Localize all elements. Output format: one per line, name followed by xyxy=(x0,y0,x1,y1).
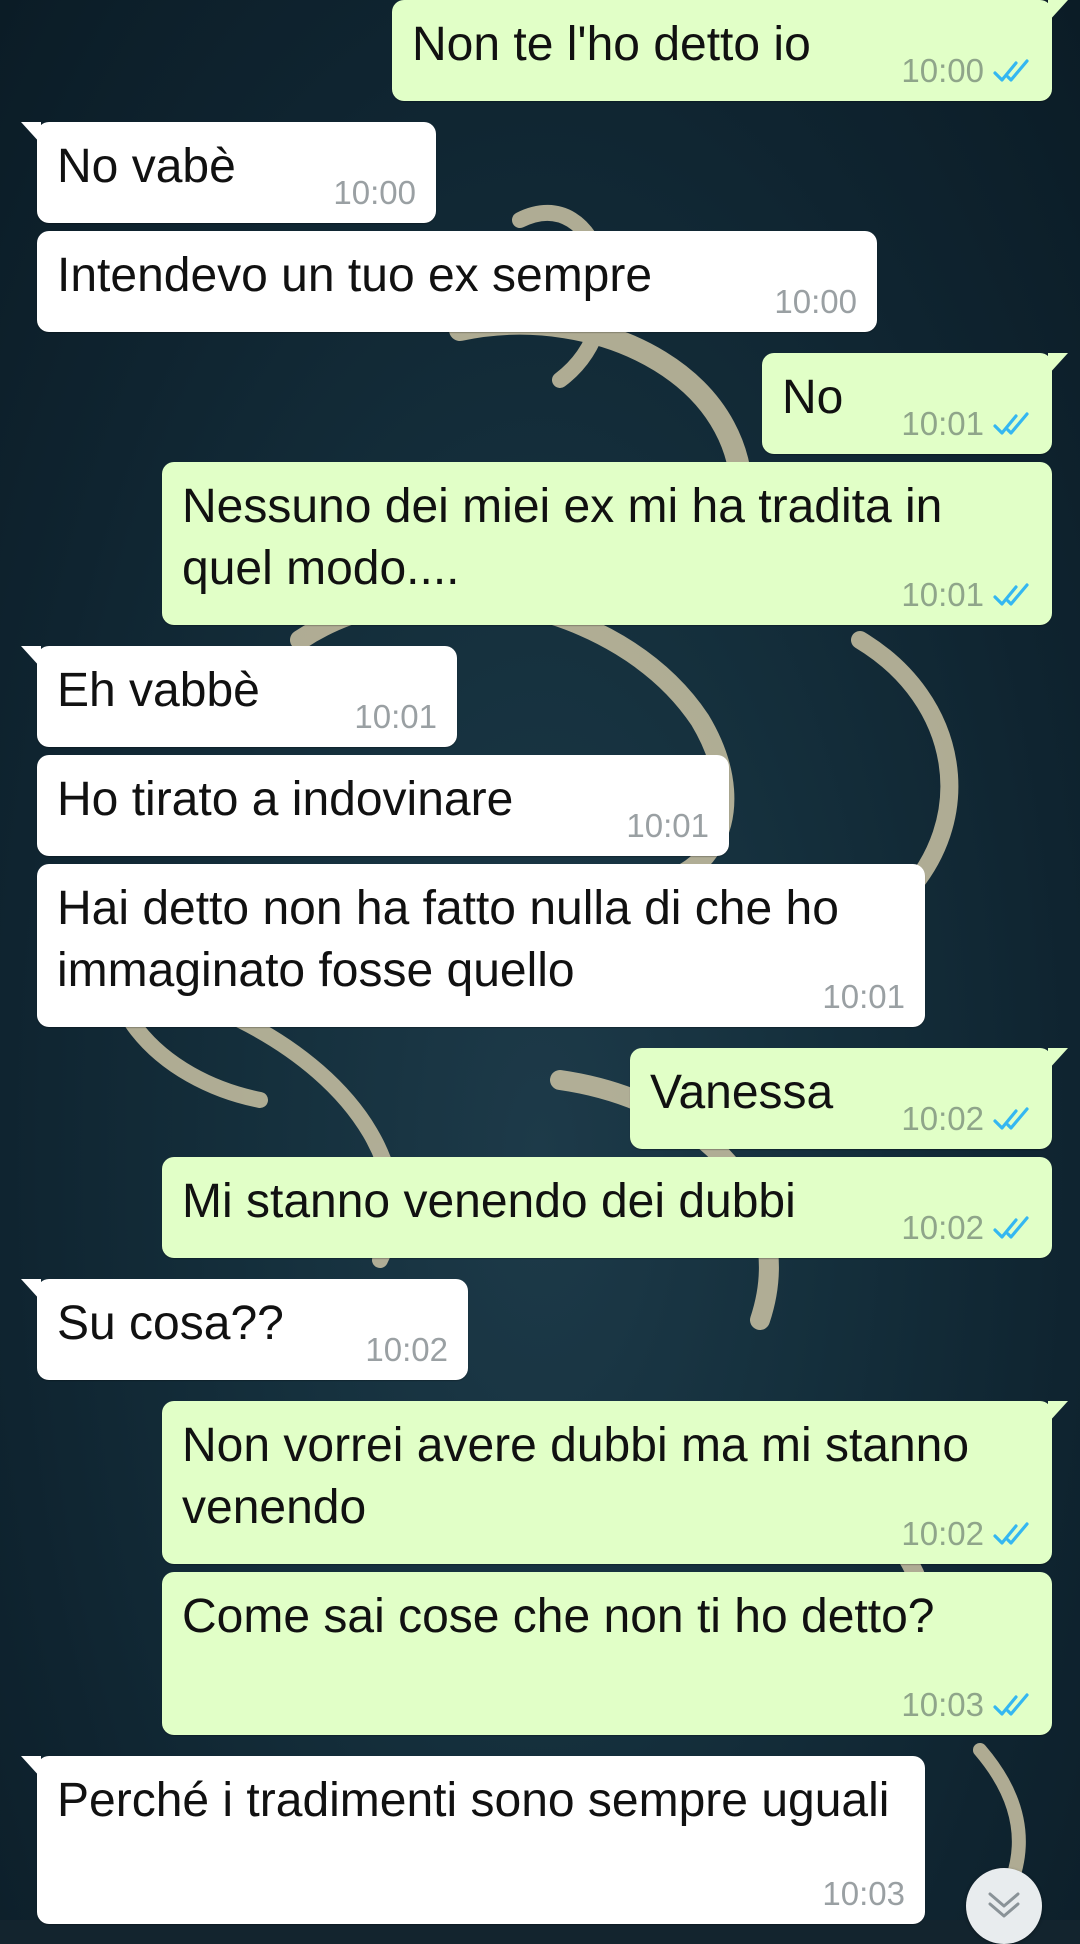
message-time: 10:01 xyxy=(354,698,437,735)
double-check-icon xyxy=(993,412,1029,435)
message-time: 10:03 xyxy=(822,1875,905,1912)
message-outgoing[interactable]: No 10:01 xyxy=(762,353,1068,454)
message-time: 10:00 xyxy=(333,174,416,211)
message-time: 10:02 xyxy=(901,1515,984,1552)
message-meta: 10:03 xyxy=(822,1874,905,1914)
double-check-icon xyxy=(993,1522,1029,1545)
message-incoming[interactable]: Hai detto non ha fatto nulla di che ho i… xyxy=(37,864,925,1027)
scroll-to-bottom-button[interactable] xyxy=(966,1868,1042,1944)
message-time: 10:00 xyxy=(774,283,857,320)
message-text: Perché i tradimenti sono sempre uguali xyxy=(57,1774,890,1827)
message-list[interactable]: Non te l'ho detto io 10:00 No vabè 10:00… xyxy=(0,0,1080,1944)
message-time: 10:00 xyxy=(901,52,984,89)
message-incoming[interactable]: Perché i tradimenti sono sempre uguali 1… xyxy=(21,1756,925,1924)
message-incoming[interactable]: Ho tirato a indovinare 10:01 xyxy=(37,755,729,856)
double-check-icon xyxy=(993,1693,1029,1716)
message-time: 10:02 xyxy=(365,1331,448,1368)
message-meta: 10:01 xyxy=(354,697,437,737)
message-outgoing[interactable]: Non vorrei avere dubbi ma mi stanno vene… xyxy=(162,1401,1068,1564)
double-check-icon xyxy=(993,1216,1029,1239)
message-meta: 10:00 xyxy=(774,282,857,322)
message-time: 10:01 xyxy=(822,978,905,1015)
message-meta: 10:02 xyxy=(901,1514,1032,1554)
message-time: 10:01 xyxy=(901,405,984,442)
message-outgoing[interactable]: Mi stanno venendo dei dubbi 10:02 xyxy=(162,1157,1052,1258)
message-text: Hai detto non ha fatto nulla di che ho i… xyxy=(57,882,853,997)
message-time: 10:01 xyxy=(901,576,984,613)
chevron-down-icon xyxy=(988,1892,1020,1918)
message-meta: 10:02 xyxy=(901,1099,1032,1139)
message-text: Intendevo un tuo ex sempre xyxy=(57,249,653,302)
message-outgoing[interactable]: Come sai cose che non ti ho detto? 10:03 xyxy=(162,1572,1052,1735)
message-text: Come sai cose che non ti ho detto? xyxy=(182,1590,935,1643)
message-incoming[interactable]: No vabè 10:00 xyxy=(21,122,436,223)
message-incoming[interactable]: Su cosa?? 10:02 xyxy=(21,1279,468,1380)
message-outgoing[interactable]: Non te l'ho detto io 10:00 xyxy=(392,0,1068,101)
message-meta: 10:01 xyxy=(626,806,709,846)
message-incoming[interactable]: Eh vabbè 10:01 xyxy=(21,646,457,747)
message-meta: 10:02 xyxy=(365,1330,448,1370)
message-incoming[interactable]: Intendevo un tuo ex sempre 10:00 xyxy=(37,231,877,332)
message-meta: 10:00 xyxy=(901,51,1032,91)
double-check-icon xyxy=(993,583,1029,606)
double-check-icon xyxy=(993,1107,1029,1130)
message-meta: 10:01 xyxy=(901,404,1032,444)
message-meta: 10:02 xyxy=(901,1208,1032,1248)
message-meta: 10:01 xyxy=(901,575,1032,615)
message-text: Ho tirato a indovinare xyxy=(57,773,514,826)
double-check-icon xyxy=(993,59,1029,82)
message-meta: 10:01 xyxy=(822,977,905,1017)
message-time: 10:01 xyxy=(626,807,709,844)
message-time: 10:02 xyxy=(901,1209,984,1246)
message-outgoing[interactable]: Vanessa 10:02 xyxy=(630,1048,1068,1149)
message-outgoing[interactable]: Nessuno dei miei ex mi ha tradita in que… xyxy=(162,462,1052,625)
message-time: 10:02 xyxy=(901,1100,984,1137)
message-meta: 10:00 xyxy=(333,173,416,213)
message-time: 10:03 xyxy=(901,1686,984,1723)
message-meta: 10:03 xyxy=(901,1685,1032,1725)
